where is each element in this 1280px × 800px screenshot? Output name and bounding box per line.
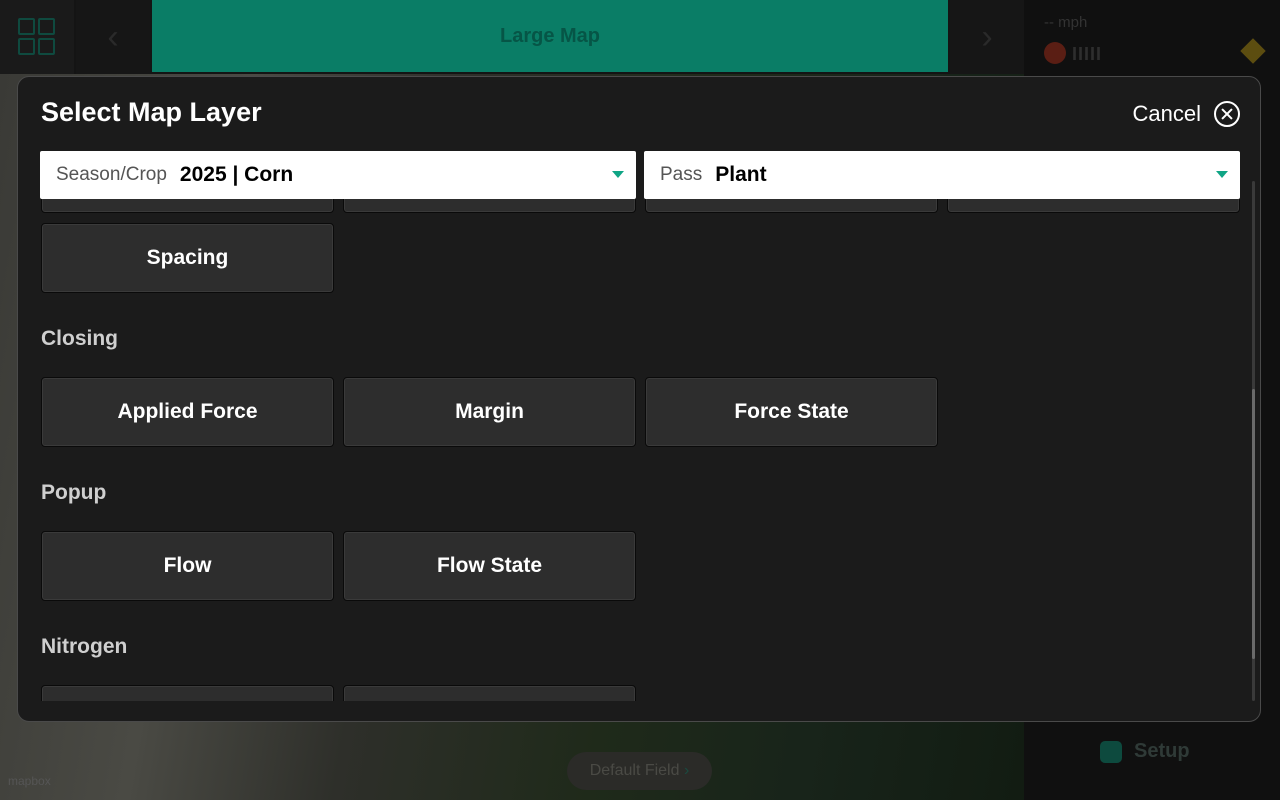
speed-readout: -- mph	[1044, 14, 1088, 31]
layer-button-hidden-4[interactable]	[947, 199, 1240, 213]
chevron-right-icon: ›	[683, 762, 690, 779]
layer-button-flow[interactable]: Flow	[41, 531, 334, 601]
layer-button-hidden-2[interactable]	[343, 199, 636, 213]
pass-value: Plant	[715, 163, 767, 186]
status-area: -- mph IIIII	[1024, 0, 1280, 74]
layer-list[interactable]: Spacing Closing Applied Force Margin For…	[18, 199, 1250, 701]
layer-button-applied-force[interactable]: Applied Force	[41, 377, 334, 447]
layer-button-force-state[interactable]: Force State	[645, 377, 938, 447]
rate-bars: IIIII	[1072, 44, 1103, 64]
cancel-label: Cancel	[1132, 101, 1201, 126]
layer-button-nitrogen-1[interactable]	[41, 685, 334, 701]
pass-label: Pass	[660, 164, 703, 185]
caret-down-icon	[1216, 171, 1228, 178]
top-bar: ‹ Large Map › -- mph IIIII	[0, 0, 1280, 74]
field-selector[interactable]: Default Field ›	[567, 752, 712, 790]
warning-icon[interactable]	[1240, 38, 1266, 64]
layer-button-flow-state[interactable]: Flow State	[343, 531, 636, 601]
season-crop-label: Season/Crop	[56, 164, 167, 185]
layer-button-margin[interactable]: Margin	[343, 377, 636, 447]
section-heading-closing: Closing	[41, 327, 118, 350]
season-crop-value: 2025 | Corn	[179, 163, 294, 186]
scrollbar-thumb[interactable]	[1252, 389, 1255, 659]
layer-button-nitrogen-2[interactable]	[343, 685, 636, 701]
grid-menu-button[interactable]	[0, 0, 74, 74]
setup-button[interactable]: Setup	[1100, 740, 1190, 763]
mapbox-logo: mapbox	[8, 774, 51, 788]
pass-select[interactable]: Pass Plant	[644, 151, 1240, 199]
section-heading-popup: Popup	[41, 481, 107, 504]
cancel-button[interactable]: Cancel	[1133, 99, 1240, 129]
close-icon	[1214, 101, 1240, 127]
modal-title: Select Map Layer	[41, 97, 262, 127]
gauge-icon	[1044, 42, 1066, 64]
layer-button-hidden-1[interactable]	[41, 199, 334, 213]
chevron-right-icon[interactable]: ›	[950, 0, 1024, 74]
select-map-layer-modal: Select Map Layer Cancel Season/Crop 2025…	[17, 76, 1261, 722]
field-label: Default Field	[589, 762, 680, 779]
setup-icon	[1100, 740, 1122, 763]
rate-indicator: IIIII	[1044, 42, 1104, 68]
layer-button-spacing[interactable]: Spacing	[41, 223, 334, 293]
chevron-left-icon[interactable]: ‹	[76, 0, 150, 74]
caret-down-icon	[612, 171, 624, 178]
layer-button-hidden-3[interactable]	[645, 199, 938, 213]
setup-label: Setup	[1134, 740, 1190, 762]
section-heading-nitrogen: Nitrogen	[41, 635, 128, 658]
season-crop-select[interactable]: Season/Crop 2025 | Corn	[40, 151, 636, 199]
scrollbar[interactable]	[1252, 181, 1255, 701]
large-map-tab[interactable]: Large Map	[152, 0, 948, 72]
